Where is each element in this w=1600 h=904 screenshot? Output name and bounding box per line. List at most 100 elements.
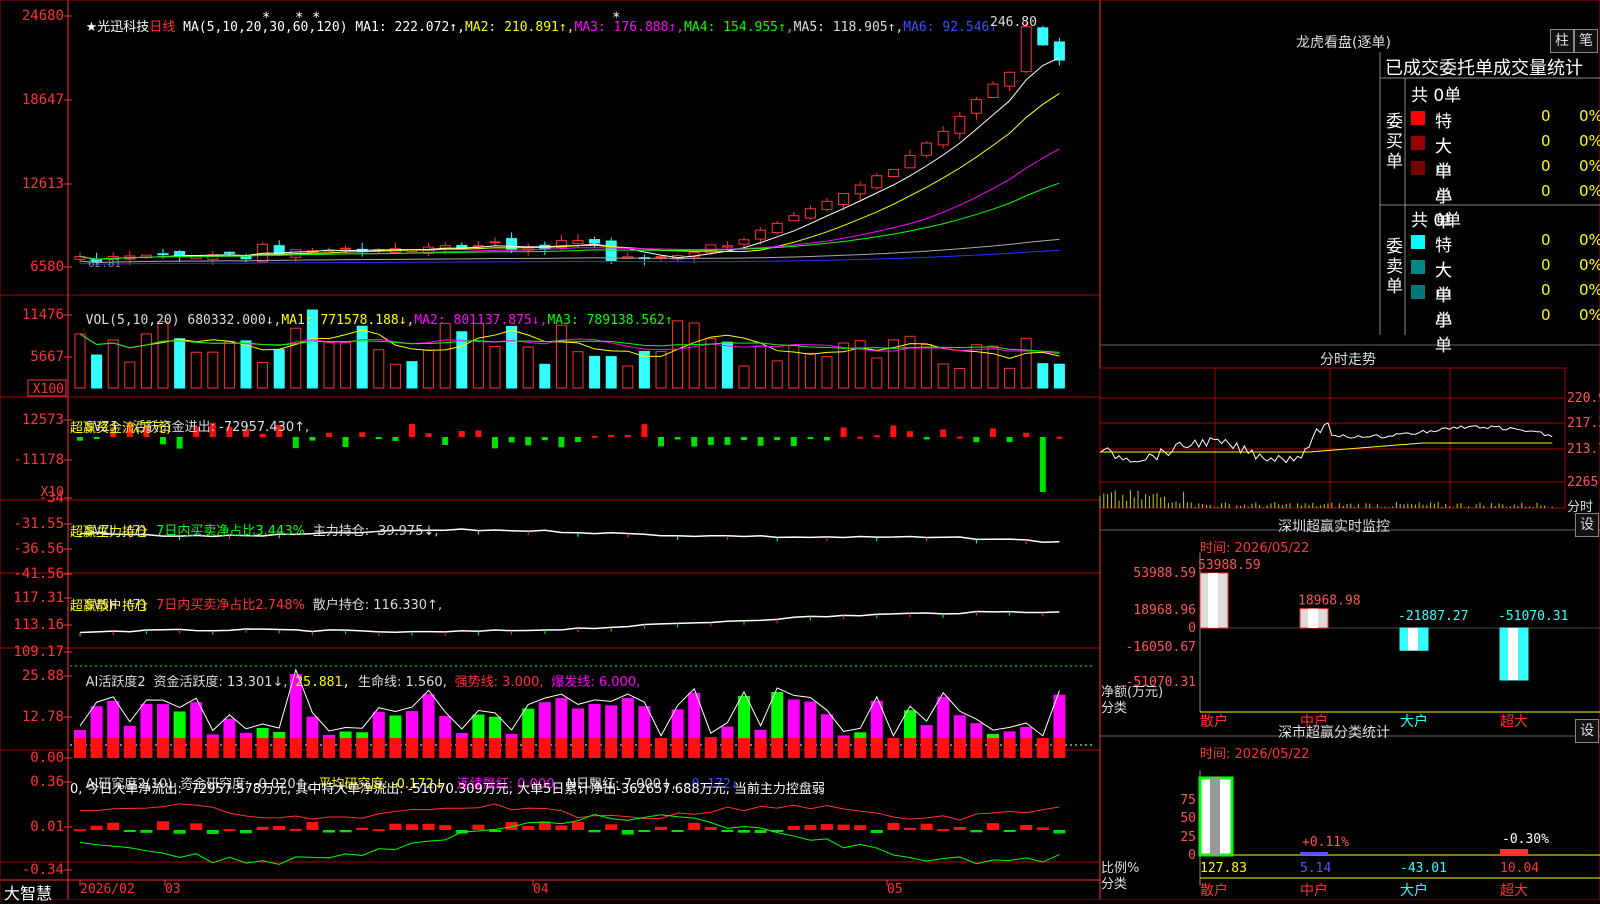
- activity-bar: [406, 711, 418, 738]
- activity-base-bar: [273, 738, 286, 758]
- fund-flow-bar: [1006, 437, 1013, 443]
- research-bar: [107, 822, 120, 830]
- research-bar: [422, 823, 435, 830]
- candle-body: [721, 245, 733, 248]
- activity-base-bar: [704, 738, 717, 758]
- candle-body: [871, 175, 883, 189]
- research-bar: [754, 830, 767, 833]
- research-bar: [173, 830, 186, 834]
- activity-base-bar: [356, 738, 369, 758]
- activity-base-bar: [323, 738, 335, 758]
- ai1-title: AI活跃度2: [85, 675, 146, 690]
- activity-base-bar: [538, 738, 551, 758]
- research-bar: [671, 830, 684, 832]
- activity-base-bar: [1053, 738, 1066, 758]
- fund-flow-bar: [591, 435, 598, 438]
- lhb-title: 龙虎看盘(逐单): [1296, 35, 1391, 51]
- research-bar: [854, 825, 867, 830]
- activity-base-bar: [140, 738, 153, 758]
- monitor-category: 散户: [1200, 713, 1228, 730]
- ai1-v5: 爆发线: 6.000,: [551, 675, 641, 690]
- research-bar: [406, 824, 418, 830]
- volume-bar: [223, 340, 235, 389]
- date-label-3: 05: [887, 882, 903, 897]
- candle-body: [937, 130, 949, 146]
- stats-settings-button[interactable]: 设: [1575, 719, 1599, 743]
- fund-flow-bar: [873, 435, 880, 438]
- research-bar: [74, 829, 86, 832]
- activity-base-bar: [821, 738, 833, 758]
- volume-bar: [91, 354, 103, 389]
- activity-base-bar: [837, 738, 850, 758]
- activity-bar: [339, 731, 352, 738]
- activity-bar: [621, 698, 634, 738]
- ma6-value: MA6: 92.546↑: [903, 20, 998, 35]
- research-bar: [306, 822, 319, 830]
- period-label[interactable]: 日线: [149, 20, 175, 35]
- volume-bar: [439, 323, 451, 389]
- monitor-settings-button[interactable]: 设: [1575, 513, 1599, 537]
- stats-value: 5.14: [1300, 861, 1331, 876]
- activity-base-bar: [157, 738, 169, 758]
- volume-bar: [472, 322, 484, 389]
- bar-mode-button[interactable]: 柱: [1550, 29, 1574, 53]
- volume-bar: [937, 363, 949, 389]
- ma4-value: MA4: 154.955↑,: [684, 20, 794, 35]
- activity-base-bar: [439, 738, 452, 758]
- svsh-hold: 散户持仓: 116.330↑,: [312, 598, 443, 613]
- activity-bar: [920, 725, 933, 738]
- research-bar: [1053, 830, 1066, 834]
- monitor-bar-highlight: [1508, 628, 1518, 681]
- svzj-tick: 12573: [22, 412, 64, 428]
- research-bar: [621, 830, 634, 835]
- research-bar: [240, 830, 252, 834]
- volume-bar: [389, 363, 401, 389]
- stock-name[interactable]: ★光迅科技: [86, 20, 150, 35]
- research-bar: [1020, 825, 1033, 830]
- fund-flow-bar: [409, 424, 415, 437]
- research-bar: [688, 822, 701, 830]
- tick-mode-button[interactable]: 笔: [1574, 29, 1598, 53]
- ma-line: [79, 92, 1060, 260]
- activity-base-bar: [688, 738, 701, 758]
- fenshi-title: 分时走势: [1320, 352, 1376, 368]
- stats-xlabel: 分类: [1101, 877, 1128, 892]
- activity-bar: [837, 735, 850, 738]
- activity-bar: [74, 729, 86, 738]
- candle-body: [439, 245, 451, 249]
- main-tick: 24680: [22, 8, 64, 24]
- activity-bar: [206, 734, 219, 738]
- svsh-tick: 113.16: [13, 617, 64, 633]
- research-bar: [223, 829, 236, 832]
- activity-base-bar: [240, 738, 252, 758]
- candle-body: [804, 208, 816, 219]
- fund-flow-bar: [309, 437, 316, 441]
- volume-bar: [257, 361, 269, 389]
- svsh-ratio: 7日内买卖净占比2.748%: [156, 598, 305, 613]
- fund-flow-bar: [674, 437, 681, 440]
- activity-base-bar: [372, 738, 385, 758]
- stats-bar: [1300, 852, 1328, 855]
- activity-bar: [123, 725, 136, 738]
- lhb-tabs[interactable]: 已成交委托单成交量统计: [1385, 54, 1583, 80]
- volume-bar: [738, 365, 750, 389]
- activity-base-bar: [206, 738, 219, 758]
- volume-bar: [1020, 337, 1032, 389]
- fenshi-tick: 217.3: [1567, 416, 1600, 431]
- buy-color-swatch: [1411, 161, 1425, 175]
- research-bar: [555, 825, 568, 830]
- fenshi-tick: 220.9: [1567, 391, 1600, 406]
- fund-flow-bar: [923, 437, 930, 440]
- fund-flow-bar: [93, 437, 100, 439]
- low-price-label: 62.81: [88, 257, 122, 270]
- activity-bar: [306, 716, 319, 738]
- stats-time: 时间: 2026/05/22: [1200, 747, 1310, 762]
- activity-base-bar: [256, 738, 269, 758]
- activity-base-bar: [1036, 738, 1049, 758]
- volume-bar: [522, 346, 534, 389]
- research-bar: [157, 821, 169, 830]
- fund-flow-bar: [890, 425, 897, 437]
- volume-bar: [721, 341, 733, 389]
- activity-base-bar: [655, 738, 667, 758]
- research-bar: [389, 823, 402, 830]
